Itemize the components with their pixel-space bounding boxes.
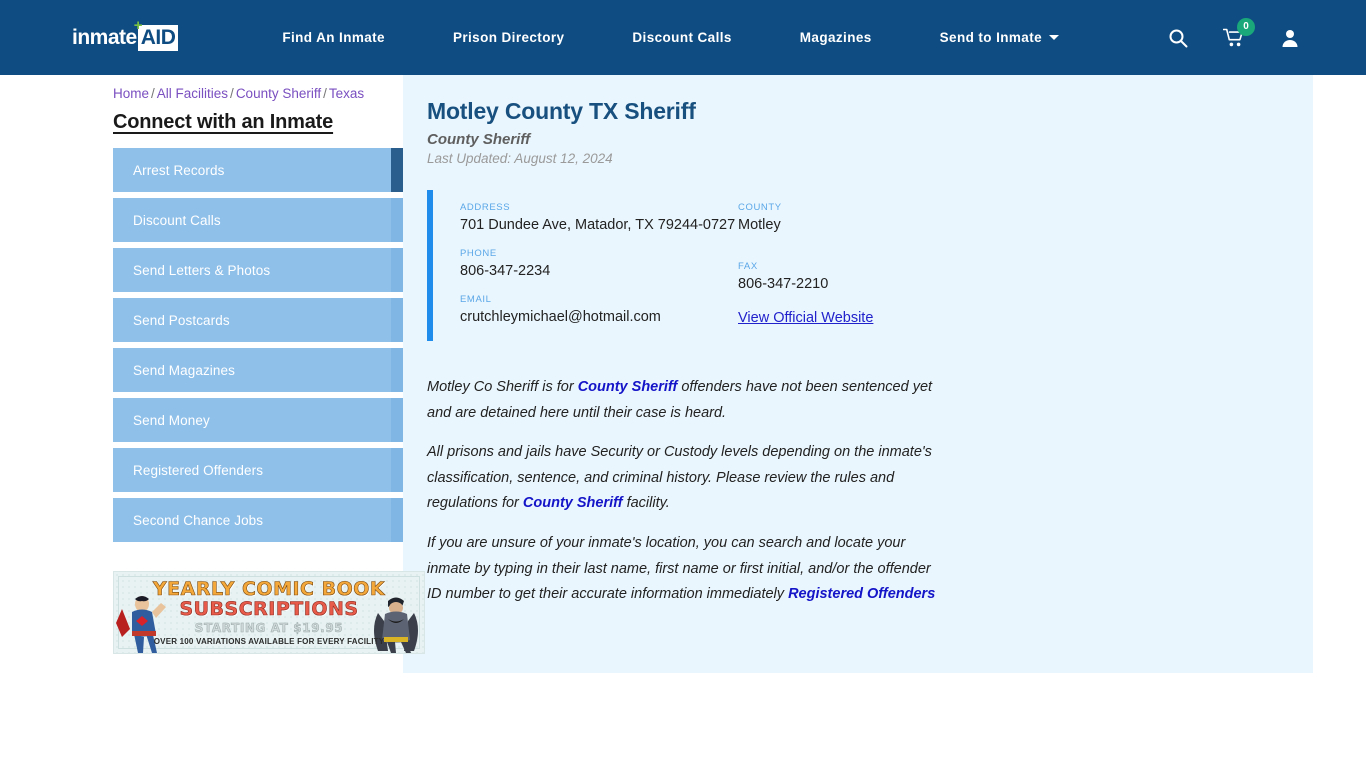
green-cross-icon: + [133, 16, 143, 34]
fax-label: FAX [738, 260, 758, 272]
info-column-right: COUNTY Motley FAX 806-347-2210 View Offi… [738, 202, 998, 327]
sidebar-item-label: Discount Calls [133, 212, 221, 228]
breadcrumb-item-home[interactable]: Home [113, 86, 149, 101]
p2-text-a: All prisons and jails have Security or C… [427, 444, 932, 512]
last-updated-text: Last Updated: August 12, 2024 [427, 150, 613, 166]
facility-type: County Sheriff [427, 130, 531, 148]
info-group-address: ADDRESS 701 Dundee Ave, Matador, TX 7924… [460, 202, 738, 234]
facility-card: Motley County TX Sheriff County Sheriff … [403, 75, 1313, 673]
ad-line-2: SUBSCRIPTIONS [179, 598, 359, 621]
sidebar: Connect with an Inmate Arrest Records Di… [0, 75, 433, 768]
breadcrumb: Home / All Facilities / County Sheriff / Texas [113, 86, 364, 101]
address-label: ADDRESS [460, 201, 511, 213]
comic-book-subscriptions-ad[interactable]: YEARLY COMIC BOOK SUBSCRIPTIONS STARTING… [113, 571, 425, 654]
search-icon[interactable] [1166, 26, 1190, 50]
county-label: COUNTY [738, 201, 782, 213]
sidebar-item-label: Send Magazines [133, 362, 235, 378]
top-navigation-bar: inmate + AID Find An Inmate Prison Direc… [0, 0, 1366, 75]
main-content: Motley County TX Sheriff County Sheriff … [360, 75, 1366, 768]
sidebar-item-label: Arrest Records [133, 162, 225, 178]
p2-text-c: facility. [622, 495, 670, 512]
registered-offenders-link[interactable]: Registered Offenders [788, 586, 935, 602]
breadcrumb-sep-3: / [323, 86, 327, 101]
p1-link-county-sheriff[interactable]: County Sheriff [578, 379, 678, 395]
info-group-email: EMAIL crutchleymichael@hotmail.com [460, 294, 738, 326]
sidebar-item-label: Second Chance Jobs [133, 512, 264, 528]
view-official-website-link[interactable]: View Official Website [738, 310, 873, 326]
site-logo[interactable]: inmate + AID [72, 18, 179, 53]
sidebar-item-label: Send Letters & Photos [133, 262, 271, 278]
paragraph-1: Motley Co Sheriff is for County Sheriff … [427, 375, 937, 426]
logo-aid-wrap: + AID [134, 18, 179, 51]
user-account-icon[interactable] [1278, 26, 1302, 50]
breadcrumb-sep-1: / [151, 86, 155, 101]
breadcrumb-item-all-facilities[interactable]: All Facilities [157, 86, 228, 101]
facility-info-block: ADDRESS 701 Dundee Ave, Matador, TX 7924… [427, 189, 1313, 341]
sidebar-item-label: Send Postcards [133, 312, 230, 328]
logo-text-inmate: inmate [72, 26, 137, 49]
cart-icon[interactable]: 0 [1222, 17, 1255, 50]
info-group-website: View Official Website [738, 307, 998, 327]
county-value: Motley [738, 216, 781, 233]
fax-value: 806-347-2210 [738, 275, 829, 292]
nav-link-magazines[interactable]: Magazines [766, 30, 906, 45]
breadcrumb-item-texas[interactable]: Texas [329, 86, 364, 101]
info-group-county: COUNTY Motley [738, 202, 998, 234]
nav-links: Find An Inmate Prison Directory Discount… [248, 0, 1156, 75]
info-group-phone: PHONE 806-347-2234 [460, 248, 738, 280]
nav-icon-group: 0 [1166, 17, 1302, 50]
p1-text-a: Motley Co Sheriff is for [427, 378, 578, 395]
cart-count-badge: 0 [1237, 17, 1255, 36]
nav-link-prison-directory[interactable]: Prison Directory [419, 30, 598, 45]
nav-link-send-to-inmate[interactable]: Send to Inmate [906, 30, 1093, 45]
paragraph-2: All prisons and jails have Security or C… [427, 440, 937, 517]
nav-link-find-an-inmate[interactable]: Find An Inmate [248, 30, 419, 45]
ad-line-1: YEARLY COMIC BOOK [152, 578, 386, 601]
sidebar-item-label: Registered Offenders [133, 462, 264, 478]
info-column-left: ADDRESS 701 Dundee Ave, Matador, TX 7924… [460, 202, 738, 327]
email-value: crutchleymichael@hotmail.com [460, 308, 661, 325]
breadcrumb-item-county-sheriff[interactable]: County Sheriff [236, 86, 321, 101]
breadcrumb-sep-2: / [230, 86, 234, 101]
email-label: EMAIL [460, 293, 492, 305]
phone-label: PHONE [460, 247, 497, 259]
address-value: 701 Dundee Ave, Matador, TX 79244-0727 [460, 216, 736, 233]
info-group-fax: FAX 806-347-2210 [738, 261, 998, 293]
page-title: Motley County TX Sheriff [427, 98, 696, 124]
sidebar-title: Connect with an Inmate [113, 111, 334, 133]
facility-description: Motley Co Sheriff is for County Sheriff … [403, 375, 1313, 608]
paragraph-3: If you are unsure of your inmate's locat… [427, 531, 937, 608]
nav-link-discount-calls[interactable]: Discount Calls [598, 30, 765, 45]
sidebar-item-label: Send Money [133, 412, 210, 428]
ad-line-4: OVER 100 VARIATIONS AVAILABLE FOR EVERY … [153, 637, 385, 646]
facility-header: Motley County TX Sheriff County Sheriff … [403, 98, 1313, 166]
p2-link-county-sheriff[interactable]: County Sheriff [523, 495, 623, 511]
phone-value: 806-347-2234 [460, 262, 551, 279]
page-body: Home / All Facilities / County Sheriff / Texas… [0, 75, 1366, 768]
ad-line-3: STARTING AT $19.95 [194, 621, 344, 636]
